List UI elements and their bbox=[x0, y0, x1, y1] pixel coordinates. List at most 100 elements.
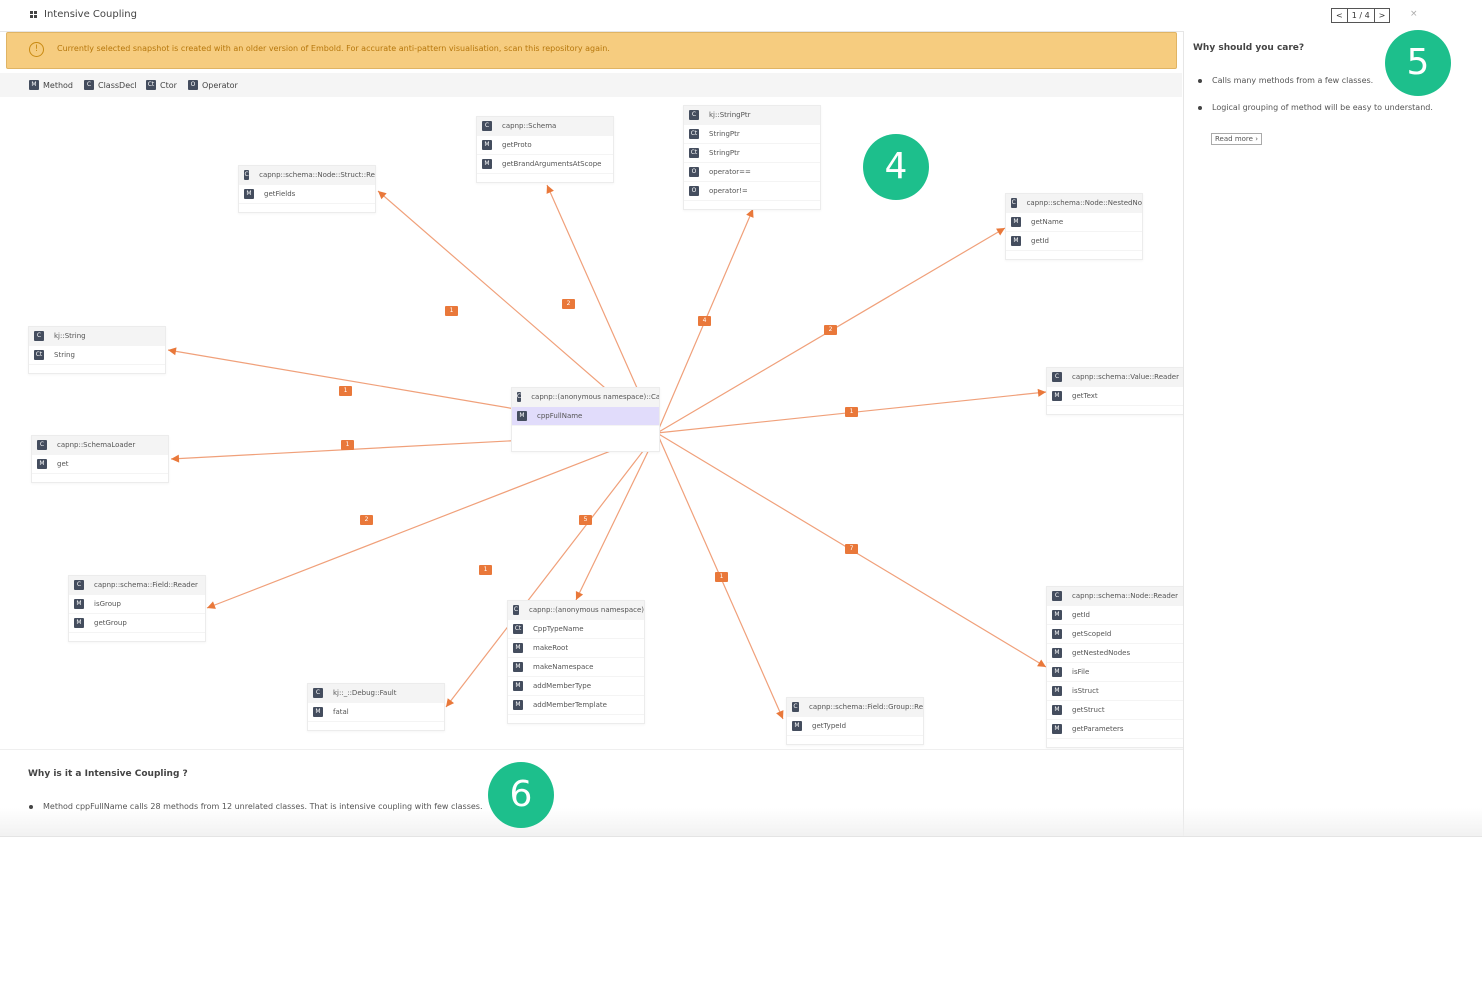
center-node[interactable]: Ccapnp::(anonymous namespace)::Capnp Mcp… bbox=[511, 387, 660, 452]
node-row-label: capnp::schema::Field::Reader bbox=[94, 581, 198, 589]
node-row-label: StringPtr bbox=[709, 149, 740, 157]
class-node[interactable]: Ccapnp::schema::Node::Reader MgetId MgetSc… bbox=[1046, 586, 1184, 748]
node-class-row[interactable]: Ckj::StringPtr bbox=[684, 106, 820, 125]
legend-item-method: M Method bbox=[29, 80, 73, 90]
read-more-button[interactable]: Read more › bbox=[1211, 133, 1262, 145]
node-member-row[interactable]: MisFile bbox=[1047, 663, 1183, 682]
node-member-row[interactable]: MmakeNamespace bbox=[508, 658, 644, 677]
class-badge-icon: C bbox=[244, 170, 250, 180]
class-node[interactable]: Ckj::_::Debug::Fault Mfatal bbox=[307, 683, 445, 731]
class-badge-icon: C bbox=[37, 440, 47, 450]
node-class-row[interactable]: Ccapnp::schema::Node::Struct::Re bbox=[239, 166, 375, 185]
node-member-row[interactable]: MgetId bbox=[1047, 606, 1183, 625]
node-member-row[interactable]: MgetNestedNodes bbox=[1047, 644, 1183, 663]
node-class-row[interactable]: Ccapnp::SchemaLoader bbox=[32, 436, 168, 455]
node-member-row[interactable]: Mfatal bbox=[308, 703, 444, 722]
next-page-button[interactable]: > bbox=[1373, 9, 1390, 22]
node-row-label: getNestedNodes bbox=[1072, 649, 1131, 657]
edge-count-badge: 1 bbox=[845, 407, 858, 417]
node-member-row[interactable]: MgetScopeId bbox=[1047, 625, 1183, 644]
node-member-row[interactable]: Mget bbox=[32, 455, 168, 474]
node-class-row[interactable]: Ccapnp::schema::Node::Reader bbox=[1047, 587, 1183, 606]
page-title: Intensive Coupling bbox=[44, 9, 137, 20]
node-row-label: kj::String bbox=[54, 332, 86, 340]
arrow-head-icon bbox=[996, 228, 1005, 236]
class-node[interactable]: Ccapnp::schema::Node::NestedNo MgetName Mg… bbox=[1005, 193, 1143, 260]
legend-item-operator: O Operator bbox=[188, 80, 238, 90]
node-member-row[interactable]: MgetBrandArgumentsAtScope bbox=[477, 155, 613, 174]
node-member-row[interactable]: Ooperator!= bbox=[684, 182, 820, 201]
method-badge-icon: M bbox=[74, 599, 84, 609]
node-member-row[interactable]: Ct CppTypeName bbox=[508, 620, 644, 639]
top-bar: Intensive Coupling < 1 / 4 > × bbox=[0, 0, 1482, 32]
legend-label: ClassDecl bbox=[98, 80, 137, 90]
node-member-row[interactable]: MgetId bbox=[1006, 232, 1142, 251]
close-icon[interactable]: × bbox=[1410, 9, 1418, 19]
node-row-label: capnp::schema::Node::NestedNo bbox=[1026, 199, 1142, 207]
node-member-row[interactable]: MgetStruct bbox=[1047, 701, 1183, 720]
node-member-row[interactable]: Ct StringPtr bbox=[684, 125, 820, 144]
selected-method-row[interactable]: McppFullName bbox=[512, 407, 659, 426]
node-class-row[interactable]: Ccapnp::schema::Field::Group::Re bbox=[787, 698, 923, 717]
method-badge-icon: M bbox=[37, 459, 47, 469]
node-member-row[interactable]: MgetText bbox=[1047, 387, 1183, 406]
method-badge-icon: M bbox=[1052, 667, 1062, 677]
edge-count-badge: 7 bbox=[845, 544, 858, 554]
node-member-row[interactable]: MaddMemberTemplate bbox=[508, 696, 644, 715]
method-badge-icon: M bbox=[1011, 217, 1021, 227]
node-class-row[interactable]: Ccapnp::Schema bbox=[477, 117, 613, 136]
node-member-row[interactable]: MisStruct bbox=[1047, 682, 1183, 701]
method-badge-icon: M bbox=[792, 721, 802, 731]
class-node[interactable]: Ccapnp::schema::Node::Struct::Re MgetFiel… bbox=[238, 165, 376, 213]
class-node[interactable]: Ccapnp::schema::Field::Reader MisGroup Mge… bbox=[68, 575, 206, 642]
read-more-label: Read more bbox=[1215, 135, 1253, 143]
class-node[interactable]: Ccapnp::Schema MgetProto MgetBrandArgument… bbox=[476, 116, 614, 183]
node-member-row[interactable]: MisGroup bbox=[69, 595, 205, 614]
class-node[interactable]: Ckj::String Ct String bbox=[28, 326, 166, 374]
node-row-label: makeRoot bbox=[533, 644, 569, 652]
node-member-row[interactable]: MgetFields bbox=[239, 185, 375, 204]
class-node[interactable]: Ccapnp::(anonymous namespace) Ct CppTypeNa… bbox=[507, 600, 645, 724]
edge-count-badge: 2 bbox=[360, 515, 373, 525]
legend-label: Ctor bbox=[160, 80, 177, 90]
arrow-head-icon bbox=[1037, 388, 1046, 397]
node-member-row[interactable]: MmakeRoot bbox=[508, 639, 644, 658]
ctor-badge-icon: Ct bbox=[34, 350, 44, 360]
class-badge-icon: C bbox=[34, 331, 44, 341]
node-class-row[interactable]: Ccapnp::schema::Value::Reader bbox=[1047, 368, 1183, 387]
node-member-row[interactable]: MaddMemberType bbox=[508, 677, 644, 696]
method-badge-icon: M bbox=[1052, 648, 1062, 658]
arrow-head-icon bbox=[168, 347, 177, 356]
prev-page-button[interactable]: < bbox=[1332, 9, 1348, 22]
class-node[interactable]: Ccapnp::SchemaLoader Mget bbox=[31, 435, 169, 483]
node-member-row[interactable]: MgetName bbox=[1006, 213, 1142, 232]
operator-badge-icon: O bbox=[689, 167, 699, 177]
node-member-row[interactable]: MgetParameters bbox=[1047, 720, 1183, 739]
node-member-row[interactable]: MgetProto bbox=[477, 136, 613, 155]
legend-item-classdecl: C ClassDecl bbox=[84, 80, 137, 90]
node-member-row[interactable]: Ooperator== bbox=[684, 163, 820, 182]
node-row-label: fatal bbox=[333, 708, 349, 716]
node-class-row[interactable]: Ccapnp::(anonymous namespace) bbox=[508, 601, 644, 620]
legend-label: Operator bbox=[202, 80, 238, 90]
node-member-row[interactable]: MgetGroup bbox=[69, 614, 205, 633]
node-class-row[interactable]: Ccapnp::schema::Field::Reader bbox=[69, 576, 205, 595]
ctor-badge-icon: Ct bbox=[689, 129, 699, 139]
node-class-row[interactable]: Ckj::_::Debug::Fault bbox=[308, 684, 444, 703]
node-member-row[interactable]: Ct String bbox=[29, 346, 165, 365]
node-class-row[interactable]: Ccapnp::schema::Node::NestedNo bbox=[1006, 194, 1142, 213]
ctor-badge-icon: Ct bbox=[689, 148, 699, 158]
class-node[interactable]: Ccapnp::schema::Field::Group::Re MgetType… bbox=[786, 697, 924, 745]
side-bullet: Calls many methods from a few classes. bbox=[1212, 76, 1374, 85]
class-node[interactable]: Ckj::StringPtr Ct StringPtr Ct StringPtr Oope… bbox=[683, 105, 821, 210]
method-badge-icon: M bbox=[29, 80, 39, 90]
class-badge-icon: C bbox=[482, 121, 492, 131]
class-node[interactable]: Ccapnp::schema::Value::Reader MgetText bbox=[1046, 367, 1184, 415]
node-row-label: makeNamespace bbox=[533, 663, 594, 671]
node-member-row[interactable]: MgetTypeId bbox=[787, 717, 923, 736]
center-class-label: capnp::(anonymous namespace)::Capnp bbox=[531, 393, 659, 401]
node-class-row[interactable]: Ckj::String bbox=[29, 327, 165, 346]
class-badge-icon: C bbox=[74, 580, 84, 590]
class-badge-icon: C bbox=[1052, 372, 1062, 382]
node-member-row[interactable]: Ct StringPtr bbox=[684, 144, 820, 163]
